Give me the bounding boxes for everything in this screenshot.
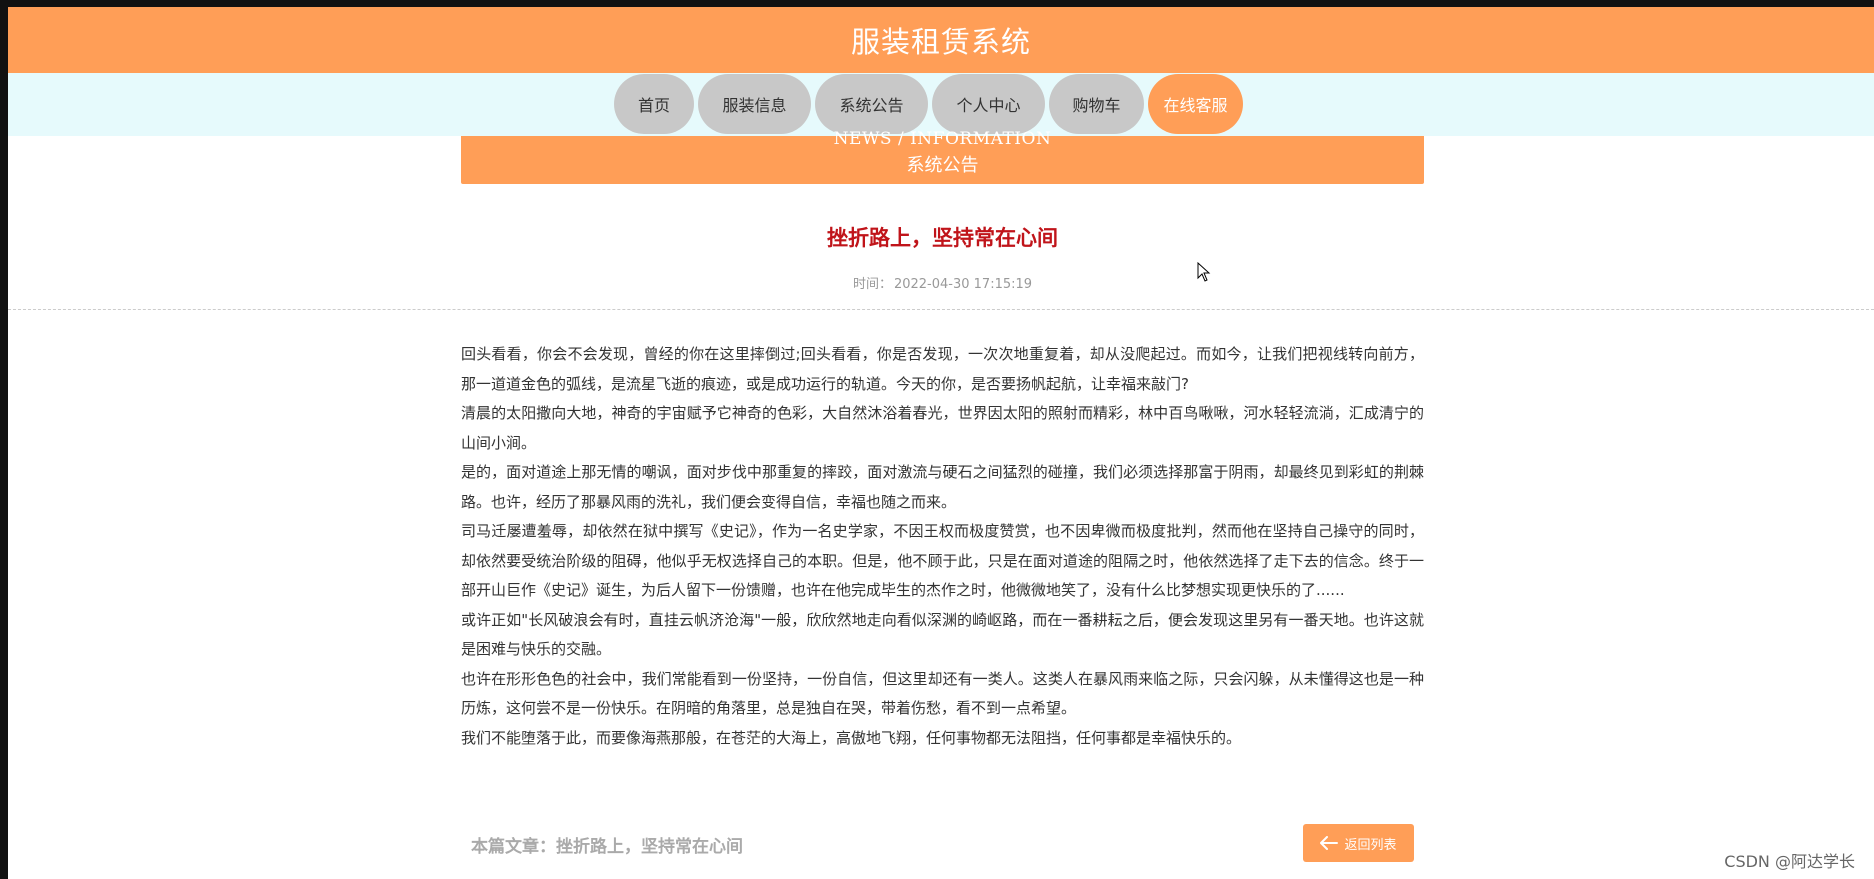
dashed-divider xyxy=(8,309,1874,310)
nav-item-personal-center[interactable]: 个人中心 xyxy=(932,74,1045,134)
time-label: 时间： xyxy=(852,277,892,292)
site-header: 服装租赁系统 xyxy=(8,7,1874,73)
content-paragraph: 回头看看，你会不会发现，曾经的你在这里摔倒过;回头看看，你是否发现，一次次地重复… xyxy=(461,345,1424,393)
current-article-label: 本篇文章：挫折路上，坚持常在心间 xyxy=(471,837,743,857)
back-button-label: 返回列表 xyxy=(1344,837,1397,853)
nav-item-online-service[interactable]: 在线客服 xyxy=(1148,74,1243,134)
main-nav: 首页 服装信息 系统公告 个人中心 购物车 在线客服 xyxy=(614,74,1243,136)
back-to-list-button[interactable]: 返回列表 xyxy=(1303,824,1414,862)
mouse-pointer-icon xyxy=(1197,262,1211,282)
section-title-cn: 系统公告 xyxy=(906,155,979,176)
site-title: 服装租赁系统 xyxy=(850,25,1031,59)
section-banner: NEWS / INFORMATION 系统公告 xyxy=(461,129,1424,184)
article-time: 时间： 2022-04-30 17:15:19 xyxy=(461,273,1424,292)
content-paragraph: 清晨的太阳撒向大地，神奇的宇宙赋予它神奇的色彩，大自然沐浴着春光，世界因太阳的照… xyxy=(461,404,1424,452)
content-paragraph: 也许在形形色色的社会中，我们常能看到一份坚持，一份自信，但这里却还有一类人。这类… xyxy=(461,669,1424,718)
content-paragraph: 是的，面对道途上那无情的嘲讽，面对步伐中那重复的摔跤，面对激流与硬石之间猛烈的碰… xyxy=(461,463,1424,511)
window-left-edge xyxy=(0,0,8,879)
nav-item-clothing-info[interactable]: 服装信息 xyxy=(698,74,811,134)
window-top-edge xyxy=(0,0,1874,7)
browser-viewport: 服装租赁系统 首页 服装信息 系统公告 个人中心 购物车 在线客服 NEWS /… xyxy=(0,0,1874,879)
watermark: CSDN @阿达学长 xyxy=(1724,852,1855,871)
arrow-left-icon xyxy=(1320,836,1339,850)
article-title: 挫折路上，坚持常在心间 xyxy=(827,226,1058,250)
nav-item-cart[interactable]: 购物车 xyxy=(1049,74,1144,134)
time-value: 2022-04-30 17:15:19 xyxy=(893,277,1033,292)
nav-item-announcements[interactable]: 系统公告 xyxy=(815,74,928,134)
article-content: 回头看看，你会不会发现，曾经的你在这里摔倒过;回头看看，你是否发现，一次次地重复… xyxy=(461,340,1424,753)
content-paragraph: 我们不能堕落于此，而要像海燕那般，在苍茫的大海上，高傲地飞翔，任何事物都无法阻挡… xyxy=(461,728,1242,747)
content-paragraph: 司马迁屡遭羞辱，却依然在狱中撰写《史记》，作为一名史学家，不因王权而极度赞赏，也… xyxy=(461,522,1424,599)
section-title-en: NEWS / INFORMATION xyxy=(833,129,1052,149)
content-paragraph: 或许正如"长风破浪会有时，直挂云帆济沧海"一般，欣欣然地走向看似深渊的崎岖路，而… xyxy=(461,610,1424,659)
nav-item-home[interactable]: 首页 xyxy=(614,74,694,134)
